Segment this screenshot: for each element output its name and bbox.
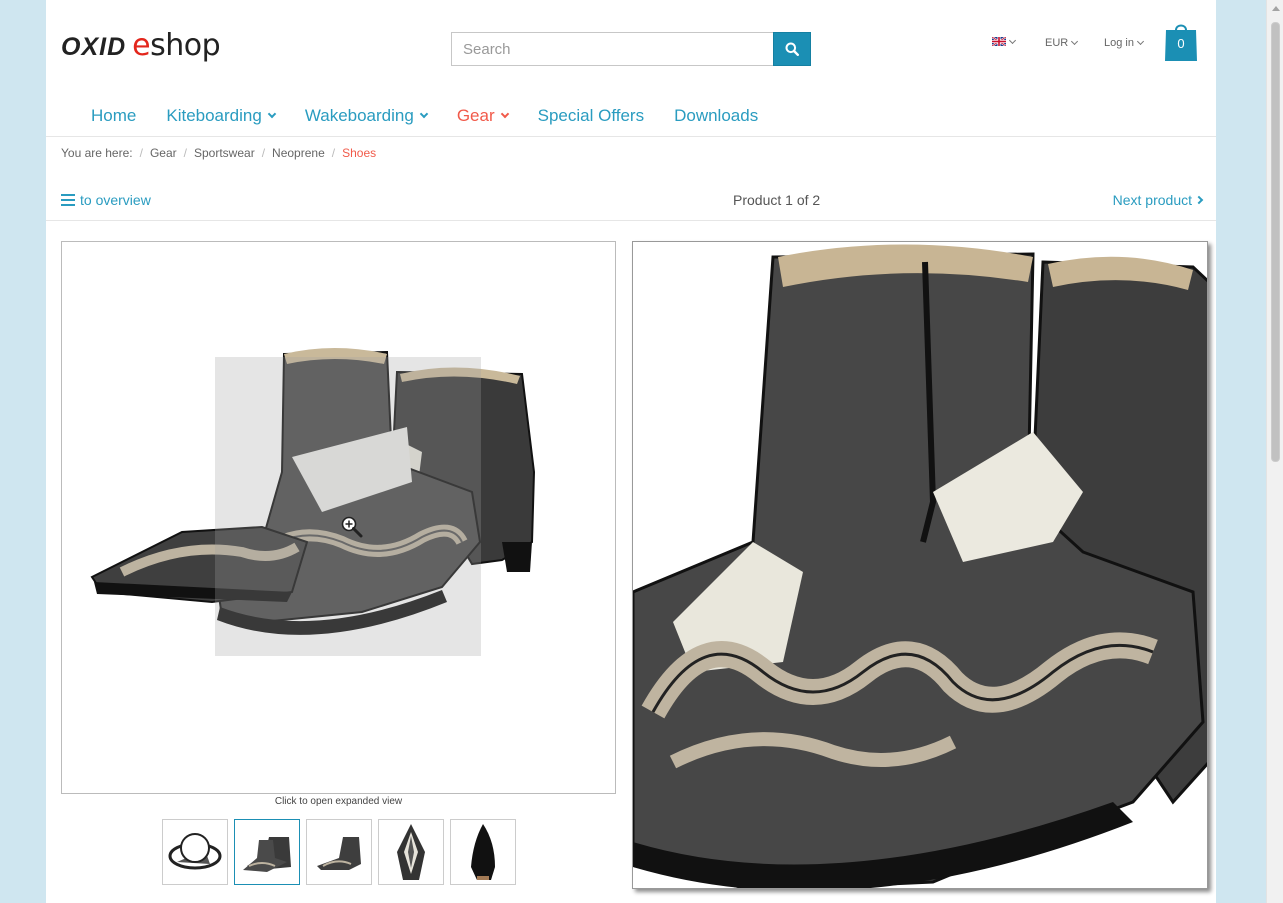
breadcrumb-neoprene[interactable]: Neoprene — [272, 146, 325, 160]
boots-thumbnail — [243, 837, 291, 872]
boot-side-thumbnail — [317, 837, 361, 870]
thumbnail-boots-pair[interactable] — [234, 819, 300, 885]
search-icon — [785, 42, 799, 56]
next-product-label: Next product — [1112, 192, 1192, 208]
page-scrollbar[interactable] — [1266, 0, 1283, 903]
scrollbar-thumb[interactable] — [1271, 22, 1280, 462]
main-nav: Home Kiteboarding Wakeboarding Gear Spec… — [91, 106, 788, 126]
nav-home[interactable]: Home — [91, 106, 136, 126]
logo[interactable]: OXID eshop — [61, 28, 221, 63]
breadcrumb: You are here: / Gear / Sportswear / Neop… — [61, 146, 377, 160]
product-main-image[interactable] — [61, 241, 616, 794]
cart-count: 0 — [1177, 36, 1185, 51]
login-label: Log in — [1104, 37, 1134, 49]
breadcrumb-prefix: You are here: — [61, 146, 133, 160]
nav-wakeboarding[interactable]: Wakeboarding — [305, 106, 429, 126]
page: OXID eshop EUR Log in — [46, 0, 1216, 903]
boot-top-thumbnail — [397, 824, 425, 880]
thumbnail-list — [162, 819, 522, 885]
search-input[interactable] — [451, 32, 773, 66]
nav-special-offers[interactable]: Special Offers — [538, 106, 644, 126]
next-product-link[interactable]: Next product — [1112, 192, 1204, 208]
chevron-down-icon — [267, 109, 277, 119]
expand-caption: Click to open expanded view — [274, 796, 403, 807]
zoom-lens[interactable] — [215, 357, 481, 656]
nav-downloads[interactable]: Downloads — [674, 106, 758, 126]
logo-oxid: OXID — [61, 33, 127, 61]
360-view-icon — [168, 833, 222, 870]
thumbnail-boot-top[interactable] — [378, 819, 444, 885]
currency-label: EUR — [1045, 37, 1069, 49]
breadcrumb-sportswear[interactable]: Sportswear — [194, 146, 255, 160]
login-dropdown[interactable]: Log in — [1104, 37, 1145, 49]
search-button[interactable] — [773, 32, 811, 66]
thumbnail-360[interactable] — [162, 819, 228, 885]
chevron-right-icon — [1194, 195, 1204, 205]
language-selector[interactable] — [992, 36, 1017, 46]
thumbnail-boot-side[interactable] — [306, 819, 372, 885]
overview-label: to overview — [80, 192, 151, 208]
to-overview-link[interactable]: to overview — [61, 192, 151, 208]
breadcrumb-current: Shoes — [342, 146, 377, 160]
cart-button[interactable]: 0 — [1165, 21, 1197, 62]
currency-selector[interactable]: EUR — [1045, 37, 1079, 49]
zoom-in-icon — [341, 516, 363, 538]
list-icon — [61, 194, 75, 206]
chevron-down-icon — [1071, 37, 1079, 46]
chevron-down-icon — [419, 109, 429, 119]
nav-kiteboarding[interactable]: Kiteboarding — [166, 106, 277, 126]
divider — [46, 220, 1216, 221]
search-form — [451, 32, 811, 66]
product-counter: Product 1 of 2 — [733, 192, 821, 208]
chevron-down-icon — [500, 109, 509, 119]
product-zoom-view — [632, 241, 1208, 889]
boots-zoom-image — [633, 244, 1207, 888]
scroll-up-icon[interactable] — [1272, 6, 1280, 11]
thumbnail-boot-sole[interactable] — [450, 819, 516, 885]
divider — [46, 136, 1216, 137]
boot-sole-thumbnail — [471, 824, 495, 880]
nav-gear[interactable]: Gear — [457, 106, 509, 126]
chevron-down-icon — [1136, 37, 1145, 46]
uk-flag-icon — [992, 37, 1006, 46]
chevron-down-icon — [1008, 36, 1017, 44]
logo-eshop: eshop — [132, 28, 221, 63]
breadcrumb-gear[interactable]: Gear — [150, 146, 177, 160]
